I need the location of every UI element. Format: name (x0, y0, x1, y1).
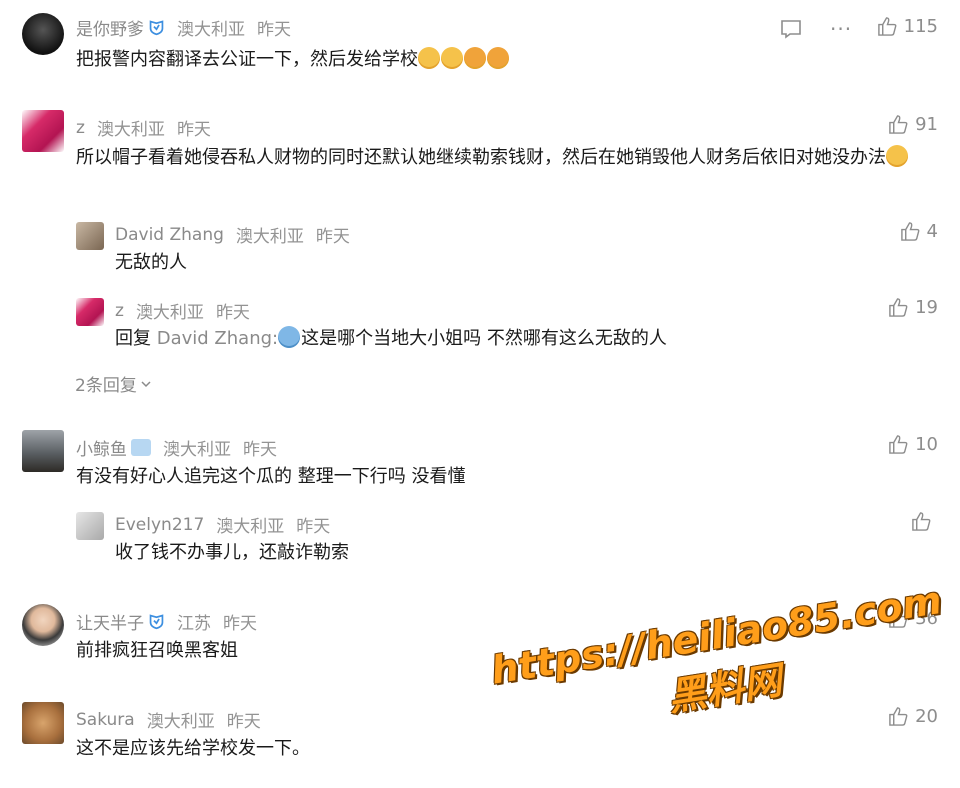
emoji-icon (441, 47, 463, 69)
location: 澳大利亚 (235, 227, 304, 247)
comment-meta: z 澳大利亚 昨天 (76, 115, 211, 141)
comment-meta: 让天半子 江苏 昨天 (76, 609, 257, 634)
like-count: 20 (915, 706, 938, 727)
comment-text: 前排疯狂召唤黑客姐 (76, 640, 238, 661)
comment-meta: Evelyn217 澳大利亚 昨天 (115, 512, 331, 538)
thumbs-up-icon (889, 435, 908, 454)
like-button[interactable]: 10 (888, 434, 938, 455)
user-badge-icon (131, 439, 151, 456)
emoji-icon (418, 47, 440, 69)
action-icons: ··· (780, 17, 852, 41)
like-button[interactable]: 19 (888, 297, 938, 318)
verified-icon (149, 20, 164, 36)
thumbs-up-icon (912, 512, 931, 531)
emoji-icon (464, 47, 486, 69)
comment-text: 把报警内容翻译去公证一下，然后发给学校 (76, 44, 510, 76)
username[interactable]: David Zhang (115, 225, 224, 245)
thumbs-up-icon (889, 115, 908, 134)
view-replies-label: 2条回复 (75, 376, 137, 396)
emoji-icon (886, 145, 908, 167)
username[interactable]: 小鲸鱼 (76, 435, 127, 460)
like-count: 4 (926, 221, 938, 242)
comment-text: 回复 David Zhang: 这是哪个当地大小姐吗 不然哪有这么无敌的人 (115, 326, 667, 349)
watermark: https://heiliao85.com 黑料网 (488, 577, 954, 748)
like-button[interactable]: 4 (900, 221, 938, 242)
timestamp: 昨天 (223, 614, 257, 634)
view-replies-link[interactable]: 2条回复 (75, 371, 153, 396)
comment-meta: Sakura 澳大利亚 昨天 (76, 707, 261, 733)
emoji-icon (487, 47, 509, 69)
timestamp: 昨天 (243, 440, 277, 460)
like-button[interactable]: 20 (888, 706, 938, 727)
comment-text: 无敌的人 (115, 252, 187, 273)
avatar[interactable] (22, 13, 64, 55)
comment-text: 所以帽子看着她侵吞私人财物的同时还默认她继续勒索钱财，然后在她销毁他人财务后依旧… (76, 142, 946, 174)
location: 澳大利亚 (216, 517, 285, 537)
timestamp: 昨天 (215, 303, 250, 323)
location: 澳大利亚 (146, 712, 215, 732)
username[interactable]: z (76, 118, 85, 138)
like-count: 10 (915, 434, 938, 455)
timestamp: 昨天 (296, 517, 331, 537)
username[interactable]: z (115, 301, 124, 321)
location: 澳大利亚 (96, 120, 165, 140)
chevron-down-icon (141, 380, 151, 387)
thumbs-up-icon (900, 222, 919, 241)
comment-text: 这不是应该先给学校发一下。 (76, 738, 310, 759)
location: 澳大利亚 (135, 303, 204, 323)
username[interactable]: Sakura (76, 710, 135, 730)
timestamp: 昨天 (226, 712, 261, 732)
avatar[interactable] (22, 430, 64, 472)
more-options-icon[interactable]: ··· (830, 17, 852, 41)
avatar[interactable] (22, 110, 64, 152)
like-count: 19 (915, 297, 938, 318)
thumbs-up-icon (877, 17, 897, 36)
username[interactable]: 让天半子 (76, 609, 144, 634)
location: 澳大利亚 (163, 440, 231, 460)
location: 澳大利亚 (177, 20, 245, 40)
like-count: 91 (915, 114, 938, 135)
comment-meta: David Zhang 澳大利亚 昨天 (115, 222, 350, 248)
comment-icon[interactable] (780, 19, 802, 39)
like-button[interactable]: 115 (877, 16, 938, 37)
username[interactable]: Evelyn217 (115, 515, 204, 535)
timestamp: 昨天 (176, 120, 211, 140)
like-count: 115 (903, 16, 938, 37)
reply-to-user[interactable]: David Zhang (157, 328, 272, 349)
verified-icon (149, 614, 164, 630)
username[interactable]: 是你野爹 (76, 15, 144, 40)
avatar[interactable] (76, 512, 104, 540)
comment-meta: 是你野爹 澳大利亚 昨天 (76, 15, 291, 40)
comment-meta: 小鲸鱼 澳大利亚 昨天 (76, 435, 277, 460)
avatar[interactable] (76, 222, 104, 250)
avatar[interactable] (22, 702, 64, 744)
location: 江苏 (177, 614, 211, 634)
timestamp: 昨天 (315, 227, 350, 247)
thumbs-up-icon (889, 298, 908, 317)
reply-prefix: 回复 (115, 328, 151, 349)
comment-meta: z 澳大利亚 昨天 (115, 298, 250, 324)
avatar[interactable] (76, 298, 104, 326)
emoji-icon (278, 326, 301, 348)
avatar[interactable] (22, 604, 64, 646)
comment-text: 收了钱不办事儿，还敲诈勒索 (115, 542, 349, 563)
comment-text: 有没有好心人追完这个瓜的 整理一下行吗 没看懂 (76, 466, 466, 487)
like-button[interactable]: 91 (888, 114, 938, 135)
thumbs-up-icon (889, 707, 908, 726)
like-button[interactable] (911, 511, 938, 532)
timestamp: 昨天 (257, 20, 291, 40)
